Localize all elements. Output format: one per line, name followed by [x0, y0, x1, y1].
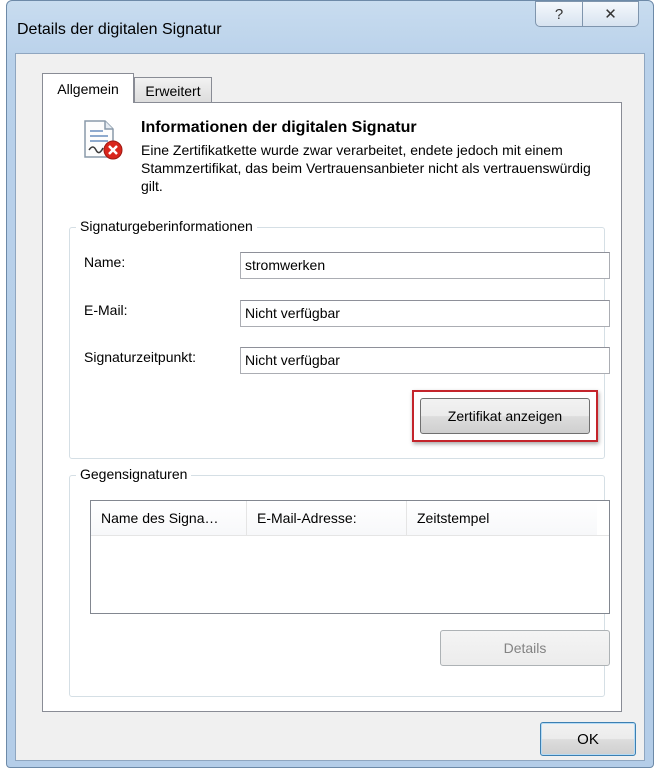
name-label: Name: [84, 254, 126, 270]
column-header-name[interactable]: Name des Signa… [91, 501, 247, 535]
tab-panel-general: Informationen der digitalen Signatur Ein… [42, 102, 622, 712]
tab-general-label: Allgemein [57, 80, 119, 97]
help-icon: ? [554, 5, 564, 23]
tab-general[interactable]: Allgemein [42, 73, 134, 103]
signer-info-group: Signaturgeberinformationen Name: stromwe… [69, 218, 610, 459]
countersignatures-legend: Gegensignaturen [76, 466, 192, 482]
signer-info-legend: Signaturgeberinformationen [76, 218, 257, 234]
signature-details-dialog: Details der digitalen Signatur ? ✕ Allge… [6, 0, 654, 768]
signing-time-label: Signaturzeitpunkt: [84, 349, 197, 365]
countersignatures-list[interactable]: Name des Signa… E-Mail-Adresse: Zeitstem… [90, 500, 610, 614]
column-header-email[interactable]: E-Mail-Adresse: [247, 501, 407, 535]
document-error-icon [84, 120, 123, 160]
countersignatures-group: Gegensignaturen Name des Signa… E-Mail-A… [69, 466, 610, 697]
dialog-client-area: Allgemein Erweitert Informationen der di… [15, 53, 645, 761]
email-field[interactable]: Nicht verfügbar [240, 300, 610, 327]
close-icon: ✕ [604, 6, 617, 23]
view-certificate-highlight: Zertifikat anzeigen [412, 390, 598, 442]
signing-time-field[interactable]: Nicht verfügbar [240, 347, 610, 374]
info-heading: Informationen der digitalen Signatur [141, 119, 417, 136]
view-certificate-button[interactable]: Zertifikat anzeigen [420, 398, 590, 434]
email-label: E-Mail: [84, 302, 128, 318]
dialog-title: Details der digitalen Signatur [17, 21, 222, 38]
info-message: Eine Zertifikatkette wurde zwar verarbei… [141, 142, 591, 194]
column-header-timestamp[interactable]: Zeitstempel [407, 501, 597, 535]
name-field[interactable]: stromwerken [240, 252, 610, 279]
details-button[interactable]: Details [440, 630, 610, 666]
ok-button[interactable]: OK [540, 722, 636, 756]
countersignatures-list-header: Name des Signa… E-Mail-Adresse: Zeitstem… [91, 501, 609, 536]
close-button[interactable]: ✕ [583, 1, 639, 27]
tab-extended-label: Erweitert [145, 82, 201, 99]
tab-extended[interactable]: Erweitert [134, 77, 212, 103]
help-button[interactable]: ? [535, 1, 583, 27]
